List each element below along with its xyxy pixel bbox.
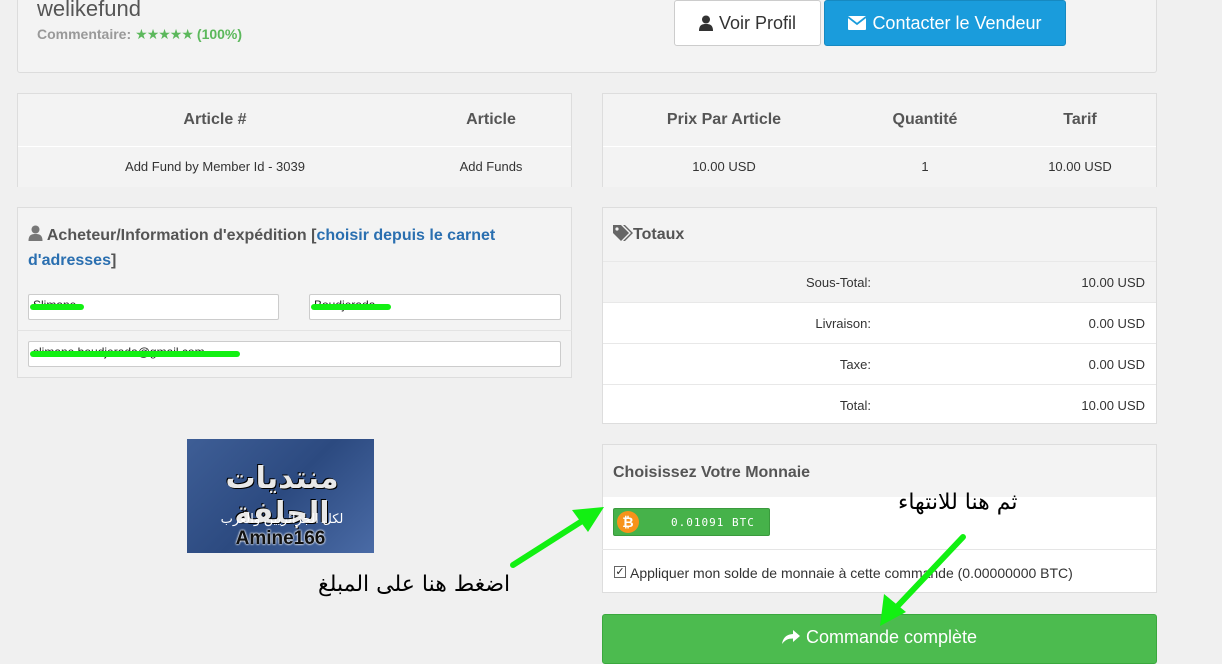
- arrow-icon: [880, 534, 966, 626]
- arrow-icon: [510, 507, 604, 568]
- annotation-arrows: [510, 507, 966, 626]
